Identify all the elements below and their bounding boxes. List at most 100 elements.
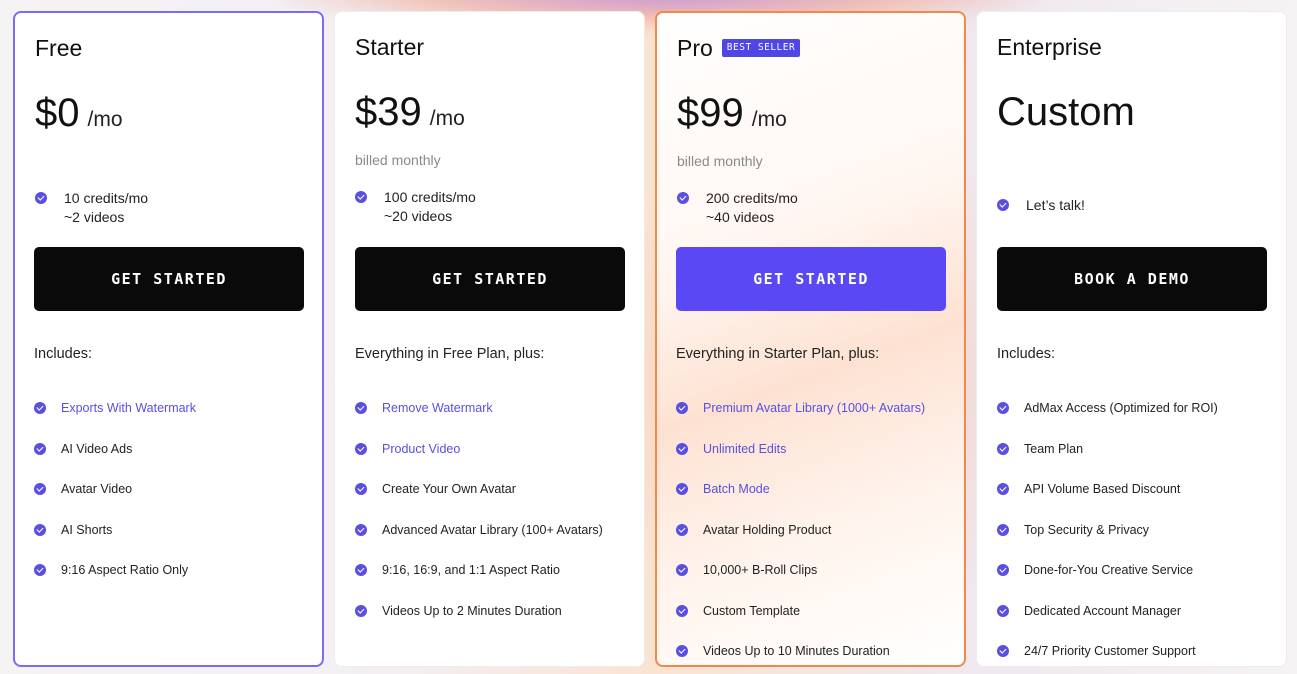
best-seller-badge: BEST SELLER [721, 39, 801, 57]
plan-name: Pro BEST SELLER [677, 33, 944, 63]
feature-item: Exports With Watermark [34, 388, 196, 429]
credits-amount: 100 credits/mo [384, 189, 476, 205]
feature-label: Dedicated Account Manager [1024, 603, 1182, 618]
plan-name-text: Enterprise [997, 34, 1102, 60]
price: $99 [677, 91, 744, 135]
feature-item: Premium Avatar Library (1000+ Avatars) [676, 388, 925, 429]
feature-label: AI Shorts [61, 522, 113, 537]
feature-item: Advanced Avatar Library (100+ Avatars) [355, 510, 603, 551]
contact-info: Let’s talk! [997, 196, 1266, 215]
feature-label: Avatar Video [61, 482, 133, 497]
videos-estimate: ~2 videos [64, 209, 125, 225]
feature-item: AI Shorts [34, 510, 196, 551]
feature-item: AdMax Access (Optimized for ROI) [997, 388, 1218, 429]
plan-name: Free [35, 33, 302, 63]
feature-item: 10,000+ B-Roll Clips [676, 550, 925, 591]
feature-list: AdMax Access (Optimized for ROI) Team Pl… [997, 388, 1218, 672]
check-icon [997, 604, 1009, 617]
feature-label: Batch Mode [703, 482, 770, 497]
plan-name: Starter [355, 32, 624, 62]
plan-card-free: Free $0 /mo 10 credits/mo ~2 videos GET … [13, 11, 324, 667]
feature-label: 9:16 Aspect Ratio Only [61, 563, 189, 578]
check-icon [997, 402, 1009, 415]
plan-name-text: Pro [677, 35, 713, 61]
check-icon [355, 523, 367, 536]
check-icon [997, 483, 1009, 496]
feature-label: Exports With Watermark [61, 401, 196, 416]
feature-item: Dedicated Account Manager [997, 591, 1218, 632]
get-started-button[interactable]: GET STARTED [355, 247, 625, 311]
billing-note [35, 153, 302, 171]
feature-item: Unlimited Edits [676, 429, 925, 470]
check-icon [34, 442, 46, 455]
includes-heading: Everything in Starter Plan, plus: [676, 346, 880, 362]
includes-heading: Includes: [34, 346, 93, 362]
price-period: /mo [87, 108, 123, 131]
plan-name-text: Starter [355, 34, 425, 60]
feature-label: API Volume Based Discount [1024, 482, 1181, 497]
check-icon [34, 564, 46, 577]
feature-item: Product Video [355, 429, 603, 470]
check-icon [34, 483, 46, 496]
check-icon [355, 402, 367, 415]
check-icon [676, 604, 688, 617]
check-icon [676, 402, 688, 415]
feature-label: Advanced Avatar Library (100+ Avatars) [382, 522, 603, 537]
feature-item: Remove Watermark [355, 388, 603, 429]
book-demo-button[interactable]: BOOK A DEMO [997, 247, 1267, 311]
check-icon [35, 192, 47, 204]
check-icon [676, 442, 688, 455]
feature-item: Custom Template [676, 591, 925, 632]
check-icon [997, 442, 1009, 455]
includes-heading: Everything in Free Plan, plus: [355, 346, 545, 362]
feature-label: Remove Watermark [382, 401, 493, 416]
price: $39 [355, 90, 422, 134]
feature-label: Videos Up to 2 Minutes Duration [382, 603, 562, 618]
feature-label: Premium Avatar Library (1000+ Avatars) [703, 401, 926, 416]
feature-label: 10,000+ B-Roll Clips [703, 563, 818, 578]
check-icon [34, 523, 46, 536]
price-row: $99 /mo [677, 91, 944, 139]
check-icon [997, 199, 1009, 211]
feature-label: Team Plan [1024, 441, 1084, 456]
check-icon [355, 564, 367, 577]
videos-estimate: ~20 videos [384, 208, 453, 224]
get-started-button[interactable]: GET STARTED [34, 247, 304, 311]
credits-info: 200 credits/mo ~40 videos [677, 189, 944, 227]
feature-item: Done-for-You Creative Service [997, 550, 1218, 591]
get-started-button[interactable]: GET STARTED [676, 247, 946, 311]
price-row: $0 /mo [35, 91, 302, 139]
feature-item: AI Video Ads [34, 429, 196, 470]
price: $0 [35, 91, 80, 135]
feature-label: Custom Template [703, 603, 801, 618]
check-icon [676, 483, 688, 496]
feature-label: Done-for-You Creative Service [1024, 563, 1194, 578]
feature-item: Top Security & Privacy [997, 510, 1218, 551]
plan-card-enterprise: Enterprise Custom Let’s talk! BOOK A DEM… [976, 11, 1287, 667]
includes-heading: Includes: [997, 346, 1056, 362]
price-period: /mo [751, 108, 787, 131]
check-icon [676, 523, 688, 536]
check-icon [355, 604, 367, 617]
feature-label: Avatar Holding Product [703, 522, 832, 537]
feature-item: 9:16, 16:9, and 1:1 Aspect Ratio [355, 550, 603, 591]
lets-talk-text: Let’s talk! [1026, 197, 1085, 213]
feature-item: 9:16 Aspect Ratio Only [34, 550, 196, 591]
feature-item: Team Plan [997, 429, 1218, 470]
feature-label: Product Video [382, 441, 461, 456]
plan-name-text: Free [35, 35, 83, 61]
feature-label: Videos Up to 10 Minutes Duration [703, 644, 890, 659]
price-row: $39 /mo [355, 90, 624, 138]
feature-label: Create Your Own Avatar [382, 482, 516, 497]
check-icon [676, 564, 688, 577]
feature-label: 24/7 Priority Customer Support [1024, 644, 1196, 659]
credits-amount: 200 credits/mo [706, 190, 798, 206]
feature-item: 24/7 Priority Customer Support [997, 631, 1218, 672]
plan-card-pro: Pro BEST SELLER $99 /mo billed monthly 2… [655, 11, 966, 667]
check-icon [677, 192, 689, 204]
price-period: /mo [429, 107, 465, 130]
feature-item: Batch Mode [676, 469, 925, 510]
feature-label: Unlimited Edits [703, 441, 787, 456]
feature-label: 9:16, 16:9, and 1:1 Aspect Ratio [382, 563, 560, 578]
plan-card-starter: Starter $39 /mo billed monthly 100 credi… [334, 11, 645, 667]
